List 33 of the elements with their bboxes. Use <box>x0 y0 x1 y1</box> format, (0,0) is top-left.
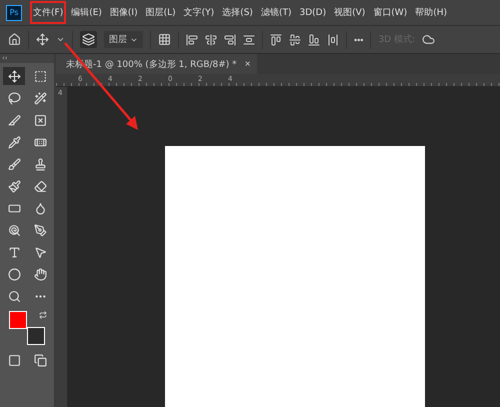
menu-item[interactable]: 3D(D) <box>296 2 330 22</box>
align-icon[interactable] <box>186 34 198 46</box>
align-icon[interactable] <box>205 34 217 46</box>
move-icon[interactable] <box>36 33 49 46</box>
caret-icon[interactable] <box>56 35 65 44</box>
menu-item[interactable]: 视图(V) <box>331 1 368 24</box>
menu-item[interactable]: 窗口(W) <box>370 1 410 24</box>
home-icon[interactable] <box>8 33 21 46</box>
close-button[interactable]: × <box>244 58 251 70</box>
align-icon[interactable] <box>289 34 301 46</box>
align-icon[interactable] <box>243 34 255 46</box>
more-button[interactable]: ••• <box>354 34 364 44</box>
layers-icon[interactable] <box>80 31 97 48</box>
align-icon[interactable] <box>270 34 282 46</box>
menu-item[interactable]: 选择(S) <box>219 1 256 24</box>
swap-icon[interactable] <box>39 311 47 319</box>
move-icon[interactable] <box>3 67 25 85</box>
cloud-icon[interactable] <box>422 33 436 46</box>
background-swatch[interactable] <box>27 327 45 345</box>
layer-dropdown[interactable]: 图层 <box>104 31 143 48</box>
menu-item[interactable]: 图层(L) <box>142 1 179 24</box>
menu-item[interactable]: 图像(I) <box>106 1 141 24</box>
menu-item[interactable]: 滤镜(T) <box>258 1 294 24</box>
app-logo: Ps <box>6 4 22 20</box>
align-icon[interactable] <box>224 34 236 46</box>
align-icon[interactable] <box>327 34 339 46</box>
menu-item[interactable]: 编辑(E) <box>68 1 105 24</box>
menu-item[interactable]: 文字(Y) <box>180 1 218 24</box>
menu-item[interactable]: 帮助(H) <box>412 1 450 24</box>
menu-item[interactable]: 文件(F) <box>30 1 66 24</box>
foreground-swatch[interactable] <box>9 311 27 329</box>
grid-icon[interactable] <box>158 33 171 46</box>
align-icon[interactable] <box>308 34 320 46</box>
